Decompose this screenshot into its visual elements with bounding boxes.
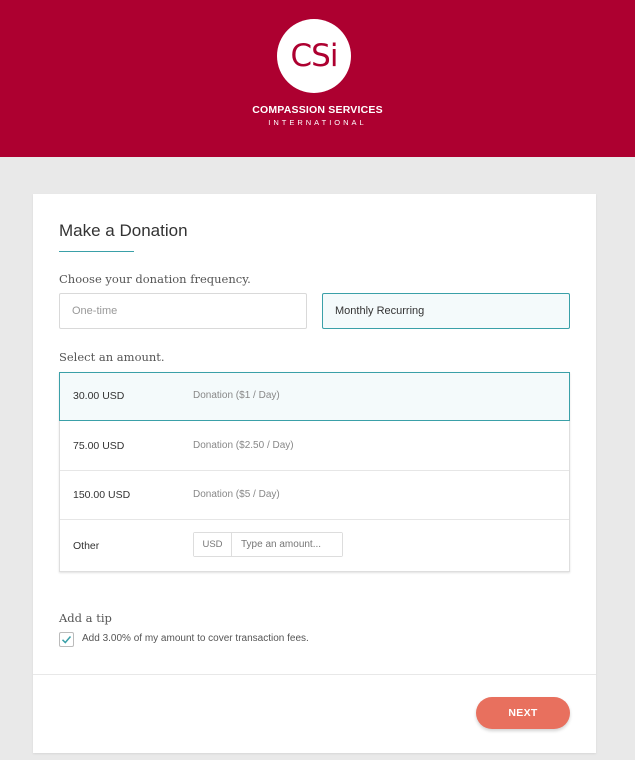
tip-label: Add a tip	[59, 611, 112, 625]
header-banner: CSi COMPASSION SERVICES INTERNATIONAL	[0, 0, 635, 157]
amount-option-150[interactable]: 150.00 USD Donation ($5 / Day)	[60, 471, 569, 520]
amount-label: Select an amount.	[59, 350, 165, 364]
checkmark-icon	[61, 636, 72, 644]
other-label: Other	[73, 540, 100, 552]
amount-option-75[interactable]: 75.00 USD Donation ($2.50 / Day)	[60, 422, 569, 471]
amount-description: Donation ($2.50 / Day)	[193, 440, 294, 451]
other-amount-field: USD	[193, 532, 343, 557]
amount-description: Donation ($5 / Day)	[193, 489, 280, 500]
frequency-monthly-recurring-option[interactable]: Monthly Recurring	[322, 293, 570, 329]
tip-checkbox-label[interactable]: Add 3.00% of my amount to cover transact…	[82, 633, 309, 644]
other-amount-input[interactable]	[232, 533, 342, 556]
divider	[33, 674, 596, 675]
tip-checkbox[interactable]	[59, 632, 74, 647]
amount-description: Donation ($1 / Day)	[193, 390, 280, 401]
frequency-label: Choose your donation frequency.	[59, 272, 251, 286]
org-subtitle: INTERNATIONAL	[268, 118, 367, 127]
frequency-one-time-option[interactable]: One-time	[59, 293, 307, 329]
next-button[interactable]: NEXT	[476, 697, 570, 729]
amount-value: 75.00 USD	[73, 440, 125, 452]
currency-prefix: USD	[194, 533, 232, 556]
org-name: COMPASSION SERVICES	[252, 104, 383, 116]
amount-value: 30.00 USD	[73, 390, 125, 402]
logo-text: CSi	[290, 38, 339, 74]
amount-option-other[interactable]: Other USD	[60, 520, 569, 571]
amount-list: 30.00 USD Donation ($1 / Day) 75.00 USD …	[59, 372, 570, 572]
amount-value: 150.00 USD	[73, 489, 131, 501]
donation-card: Make a Donation Choose your donation fre…	[33, 194, 596, 753]
logo: CSi	[277, 19, 351, 93]
title-underline	[59, 251, 134, 252]
page-title: Make a Donation	[59, 221, 188, 240]
amount-option-30[interactable]: 30.00 USD Donation ($1 / Day)	[59, 372, 570, 421]
